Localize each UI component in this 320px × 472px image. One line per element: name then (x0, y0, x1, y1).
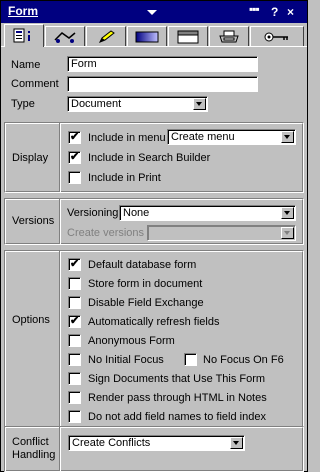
chevron-down-icon[interactable] (193, 98, 206, 110)
conflict-select-value: Create Conflicts (72, 437, 151, 449)
title-dropdown-icon[interactable] (147, 10, 157, 15)
include-in-print-checkbox[interactable] (68, 171, 81, 184)
display-label: Display (12, 152, 49, 164)
versions-label: Versions (12, 215, 55, 227)
no-field-names-label: Do not add field names to field index (88, 411, 266, 423)
include-in-search-checkbox[interactable]: ✔ (68, 151, 81, 164)
no-initial-focus-label: No Initial Focus (88, 354, 164, 366)
help-button[interactable]: ? (271, 5, 278, 19)
create-versions-select[interactable] (147, 225, 296, 241)
default-form-checkbox[interactable]: ✔ (68, 258, 81, 271)
properties-content: Name Form Comment Type Document Display … (1, 47, 307, 472)
tab-info[interactable] (4, 24, 44, 47)
tab-print[interactable] (209, 26, 249, 46)
launch-icon (54, 31, 76, 43)
tab-security[interactable] (250, 26, 304, 46)
tab-launch[interactable] (45, 26, 85, 46)
sign-documents-checkbox[interactable] (68, 372, 81, 385)
window-title[interactable]: Form (8, 4, 38, 18)
versioning-select[interactable]: None (119, 205, 296, 221)
display-section: Display ✔ Include in menu Create menu ✔ … (4, 122, 304, 193)
anonymous-form-checkbox[interactable] (68, 334, 81, 347)
include-in-search-label: Include in Search Builder (88, 152, 211, 164)
tab-design[interactable] (86, 26, 126, 46)
render-pass-label: Render pass through HTML in Notes (88, 392, 267, 404)
background-icon (135, 31, 159, 42)
menu-select-value: Create menu (171, 131, 235, 143)
type-select-value: Document (71, 98, 122, 110)
auto-refresh-checkbox[interactable]: ✔ (68, 315, 81, 328)
conflict-select[interactable]: Create Conflicts (68, 435, 245, 451)
default-form-label: Default database form (88, 259, 197, 271)
versioning-select-value: None (123, 207, 150, 219)
versioning-label: Versioning (67, 207, 119, 219)
include-in-print-label: Include in Print (88, 172, 161, 184)
no-focus-f6-checkbox[interactable] (184, 353, 197, 366)
create-versions-label: Create versions (67, 227, 145, 239)
anonymous-form-label: Anonymous Form (88, 335, 175, 347)
versions-section: Versions Versioning None Create versions (4, 198, 304, 245)
close-button[interactable]: × (287, 5, 294, 19)
form-properties-window: Form ▪▪▪ ? × Name Form Comment Type Docu… (0, 0, 308, 472)
conflict-label-line2: Handling (12, 449, 56, 461)
chevron-down-icon[interactable] (281, 227, 294, 239)
tab-header[interactable] (168, 26, 208, 46)
conflict-section: Conflict Handling Create Conflicts (4, 426, 304, 471)
info-icon (13, 28, 30, 43)
disable-field-exchange-label: Disable Field Exchange (88, 297, 204, 309)
comment-field[interactable] (67, 76, 258, 92)
chevron-down-icon[interactable] (281, 207, 294, 219)
key-icon (264, 32, 288, 41)
include-in-menu-checkbox[interactable]: ✔ (68, 131, 81, 144)
include-in-menu-label: Include in menu (88, 132, 166, 144)
title-bar[interactable]: Form ▪▪▪ ? × (1, 1, 307, 23)
tab-strip (1, 23, 307, 47)
header-icon (177, 30, 199, 43)
no-field-names-checkbox[interactable] (68, 410, 81, 423)
sign-documents-label: Sign Documents that Use This Form (88, 373, 266, 385)
type-label: Type (11, 98, 35, 110)
menu-icon[interactable]: ▪▪▪ (249, 2, 260, 16)
conflict-label-line1: Conflict (12, 436, 49, 448)
tab-background[interactable] (127, 26, 167, 46)
store-form-checkbox[interactable] (68, 277, 81, 290)
no-initial-focus-checkbox[interactable] (68, 353, 81, 366)
options-label: Options (12, 314, 50, 326)
chevron-down-icon[interactable] (281, 131, 294, 143)
render-pass-checkbox[interactable] (68, 391, 81, 404)
chevron-down-icon[interactable] (230, 437, 243, 449)
type-select[interactable]: Document (67, 96, 208, 112)
no-focus-f6-label: No Focus On F6 (203, 354, 284, 366)
auto-refresh-label: Automatically refresh fields (88, 316, 220, 328)
menu-select[interactable]: Create menu (167, 129, 296, 145)
name-label: Name (11, 59, 41, 71)
disable-field-exchange-checkbox[interactable] (68, 296, 81, 309)
pencil-icon (98, 29, 115, 43)
name-field[interactable]: Form (67, 56, 258, 72)
printer-icon (219, 30, 239, 42)
comment-label: Comment (11, 78, 59, 90)
store-form-label: Store form in document (88, 278, 203, 290)
